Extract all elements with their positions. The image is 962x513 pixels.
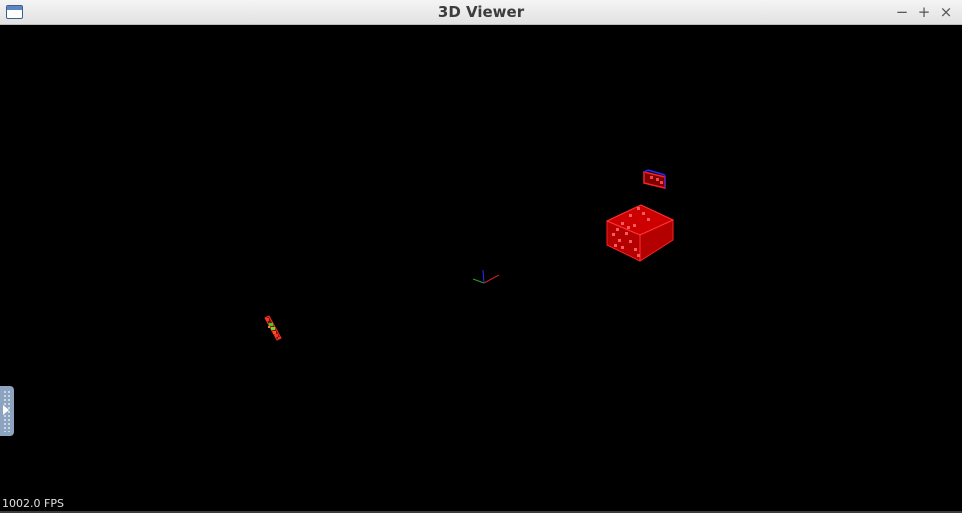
minimize-button[interactable]: − bbox=[892, 2, 912, 22]
expand-arrow-icon[interactable] bbox=[3, 405, 9, 415]
close-button[interactable]: × bbox=[936, 2, 956, 22]
3d-viewport[interactable]: 1002.0 FPS bbox=[1, 26, 961, 511]
side-panel-handle[interactable] bbox=[0, 386, 14, 436]
axes-gizmo bbox=[472, 269, 500, 284]
point-cluster bbox=[264, 315, 282, 341]
window-title: 3D Viewer bbox=[437, 3, 525, 21]
title-bar[interactable]: 3D Viewer − + × bbox=[0, 0, 962, 25]
maximize-button[interactable]: + bbox=[914, 2, 934, 22]
small-bounding-box bbox=[643, 169, 666, 189]
scene-canvas[interactable] bbox=[1, 26, 961, 511]
large-bounding-box bbox=[605, 204, 675, 262]
fps-counter: 1002.0 FPS bbox=[2, 497, 64, 510]
